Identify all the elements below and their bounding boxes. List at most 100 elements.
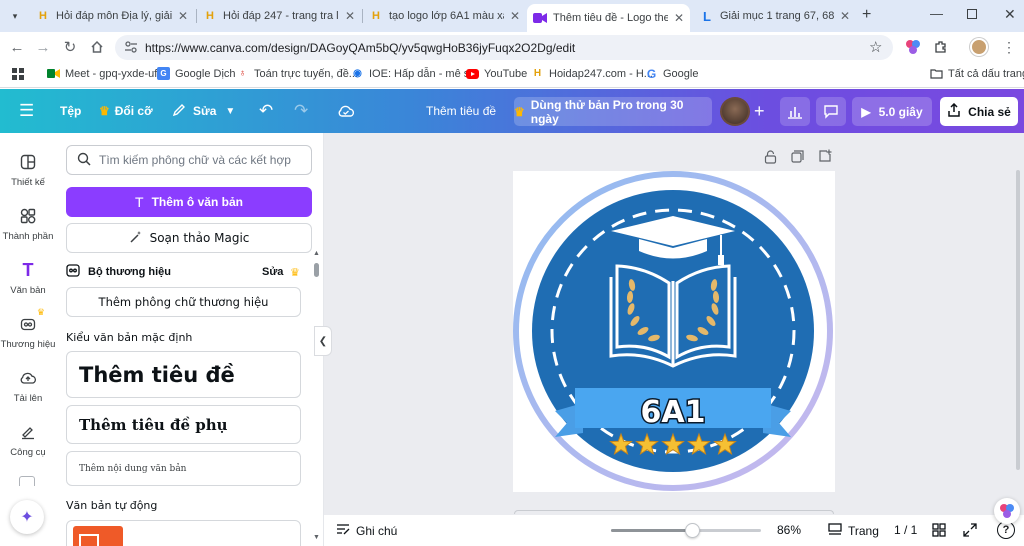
browser-tab[interactable]: L Giải mục 1 trang 67, 68, 69 S ✕ [694,3,856,29]
gemini-icon[interactable] [902,36,924,58]
extensions-icon[interactable] [930,36,952,58]
folder-icon [930,67,943,80]
rail-item-uploads[interactable]: Tải lên [0,367,56,404]
bookmark-item[interactable]: ♁ Toán trực tuyến, đề... [236,67,358,80]
magic-write-label: Soạn thảo Magic [149,231,250,245]
notes-label: Ghi chú [356,523,398,538]
share-button[interactable]: Chia sẻ [940,97,1018,126]
zoom-slider-fill [611,529,691,532]
bookmarks-bar: Meet - gpq-yxde-uft G Google Dịch ♁ Toán t… [0,62,1024,88]
redo-icon[interactable]: ↷ [294,89,308,133]
subheading-style-button[interactable]: Thêm tiêu đề phụ [66,405,301,444]
home-icon[interactable] [86,36,108,58]
all-bookmarks-folder[interactable]: Tất cả dấu trang [930,67,1024,80]
cloud-save-icon[interactable] [337,89,355,133]
zoom-level[interactable]: 86% [777,523,801,537]
notes-button[interactable]: Ghi chú [336,523,397,538]
collapse-panel-button[interactable]: ❮ [314,326,332,356]
more-apps-icon[interactable] [19,476,35,486]
rail-item-tools[interactable]: Công cụ [0,421,56,458]
hamburger-menu-icon[interactable]: ☰ [19,89,34,133]
add-page-icon[interactable] [818,149,832,166]
browser-menu-icon[interactable]: ⋮ [998,36,1020,58]
magic-write-button[interactable]: Soạn thảo Magic [66,223,312,253]
bookmark-item[interactable]: Meet - gpq-yxde-uft [47,67,160,80]
browser-tab[interactable]: H Hỏi đáp môn Địa lý, giải bài ✕ [30,3,194,29]
browser-tab-active[interactable]: Thêm tiêu đề - Logo theo ph ✕ [527,4,690,32]
text-panel: Tìm kiếm phông chữ và các kết hợp T Thêm… [56,133,324,546]
add-textbox-button[interactable]: T Thêm ô văn bản [66,187,312,217]
pro-trial-button[interactable]: ♛ Dùng thử bản Pro trong 30 ngày [514,97,712,126]
close-tab-icon[interactable]: ✕ [674,11,684,25]
loigiaihay-favicon-icon: L [703,8,711,24]
address-bar[interactable]: https://www.canva.com/design/DAGoyQAm5bQ… [115,35,893,60]
bookmark-star-icon[interactable]: ☆ [869,38,882,56]
restore-window-icon[interactable] [967,9,977,19]
browser-tab[interactable]: H Hỏi đáp 247 - trang tra loi ✕ [197,3,361,29]
rail-label: Thành phần [2,231,54,242]
magic-assistant-button[interactable]: ✦ [10,500,44,534]
crown-icon: ♛ [514,104,525,119]
bookmark-item[interactable]: H Hoidap247.com - H... [531,67,653,80]
pages-button[interactable]: Trang [828,523,879,538]
profile-avatar[interactable] [968,36,990,58]
site-settings-icon[interactable] [124,40,138,57]
file-menu[interactable]: Tệp [60,89,81,133]
zoom-slider[interactable] [611,523,761,538]
reload-icon[interactable]: ↻ [59,36,81,58]
present-time-label: 5.0 giây [878,104,923,119]
font-search-input[interactable]: Tìm kiếm phông chữ và các kết hợp [66,145,312,175]
present-button[interactable]: ▶ 5.0 giây [852,97,932,126]
scroll-up-icon[interactable]: ▲ [313,250,320,257]
comment-icon[interactable] [816,97,846,126]
add-brand-font-button[interactable]: Thêm phông chữ thương hiệu [66,287,301,317]
auto-text-card[interactable] [66,520,301,546]
body-style-button[interactable]: Thêm nội dung văn bản [66,451,301,486]
close-window-icon[interactable]: ✕ [1004,6,1016,23]
bookmark-item[interactable]: YouTube [466,67,527,80]
new-tab-icon[interactable]: + [862,6,871,24]
close-tab-icon[interactable]: ✕ [840,9,850,23]
back-arrow-icon[interactable]: ← [6,36,28,58]
lock-icon[interactable] [764,150,777,167]
shapes-icon [17,205,39,227]
insights-chart-icon[interactable] [780,97,810,126]
zoom-slider-handle[interactable] [685,523,700,538]
canva-assistant-icon[interactable] [994,498,1020,524]
close-tab-icon[interactable]: ✕ [178,9,188,23]
user-avatar[interactable] [720,97,750,126]
panel-scrollbar[interactable] [314,263,319,277]
resize-button[interactable]: ♛ Đổi cỡ [99,89,153,133]
subheading-style-label: Thêm tiêu đề phụ [79,415,228,434]
forward-arrow-icon[interactable]: → [32,36,54,58]
close-tab-icon[interactable]: ✕ [510,9,520,23]
invite-plus-icon[interactable]: + [754,89,765,133]
rail-item-text[interactable]: T Văn bản [0,259,56,297]
browser-tab[interactable]: H tạo logo lớp 6A1 màu xanh ✕ [363,3,526,29]
fullscreen-icon[interactable] [963,523,977,537]
play-icon: ▶ [861,104,871,119]
scroll-down-icon[interactable]: ▼ [313,534,320,541]
apps-grid-icon[interactable] [12,68,24,83]
bookmark-item[interactable]: G Google Dịch [157,67,236,80]
canvas-scrollbar[interactable] [1016,170,1020,470]
tab-search-button[interactable]: ▾ [6,8,24,24]
heading-style-button[interactable]: Thêm tiêu đề [66,351,301,398]
class-logo[interactable]: 6A1 [513,171,835,492]
edit-menu[interactable]: Sửa ▼ [172,89,235,133]
design-page[interactable]: 6A1 [513,171,835,492]
tab-title: Thêm tiêu đề - Logo theo ph [553,12,668,24]
duplicate-page-icon[interactable] [791,150,804,166]
minimize-window-icon[interactable]: — [930,6,943,21]
design-title[interactable]: Thêm tiêu đề [426,89,496,133]
resize-label: Đổi cỡ [114,104,153,118]
bookmark-item[interactable]: ◉ IOE: Hấp dẫn - mê s... [351,67,478,80]
brand-edit-link[interactable]: Sửa [262,266,283,278]
grid-view-icon[interactable] [932,523,946,537]
close-tab-icon[interactable]: ✕ [345,9,355,23]
undo-icon[interactable]: ↶ [259,89,273,133]
rail-item-elements[interactable]: Thành phần [0,205,56,242]
rail-item-design[interactable]: Thiết kế [0,151,56,188]
rail-item-brand[interactable]: ♛ Thương hiệu [0,307,56,350]
bookmark-item[interactable]: G Google [645,67,699,81]
